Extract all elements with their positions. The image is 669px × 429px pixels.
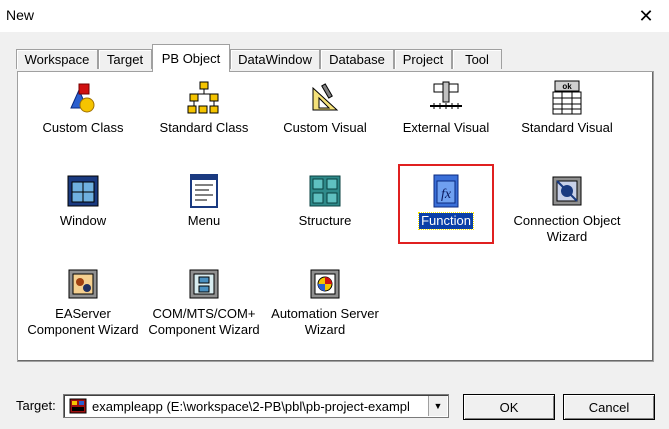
item-standard-class[interactable]: Standard Class [141, 80, 267, 136]
tab-strip: Workspace Target PB Object DataWindow Da… [16, 44, 506, 72]
window-icon [67, 175, 99, 207]
window-title: New [6, 7, 35, 23]
target-label: Target: [16, 398, 56, 413]
menu-icon [190, 174, 218, 208]
dropdown-button[interactable]: ▼ [428, 396, 447, 416]
custom-class-icon [70, 83, 95, 113]
tab-datawindow[interactable]: DataWindow [230, 49, 320, 69]
item-standard-visual[interactable]: ok Standard Visual [504, 80, 630, 136]
ok-button[interactable]: OK [463, 394, 555, 420]
tab-pb-object[interactable]: PB Object [152, 44, 230, 72]
target-app-icon [69, 398, 87, 414]
title-bar: New ✕ [0, 0, 669, 32]
tab-target[interactable]: Target [98, 49, 152, 69]
tab-project[interactable]: Project [394, 49, 452, 69]
item-menu[interactable]: Menu [141, 173, 267, 229]
item-window[interactable]: Window [20, 173, 146, 229]
chevron-down-icon: ▼ [433, 401, 443, 411]
item-function[interactable]: fx Function [383, 173, 509, 230]
svg-text:fx: fx [441, 187, 452, 202]
tab-database[interactable]: Database [320, 49, 394, 69]
item-custom-class[interactable]: Custom Class [20, 80, 146, 136]
target-value: exampleapp (E:\workspace\2-PB\pbl\pb-pro… [92, 398, 410, 414]
connection-object-wizard-icon [552, 176, 582, 206]
ok-badge-text: ok [562, 82, 572, 91]
function-icon: fx [433, 174, 459, 208]
close-button[interactable]: ✕ [623, 0, 669, 32]
object-panel: Custom Class Standard Class Custom Visua… [17, 71, 654, 362]
tab-workspace[interactable]: Workspace [16, 49, 98, 69]
item-com-component-wizard[interactable]: COM/MTS/COM+ Component Wizard [141, 266, 267, 338]
com-wizard-icon [189, 269, 219, 299]
structure-icon [309, 175, 341, 207]
close-icon: ✕ [638, 5, 654, 26]
item-connection-object-wizard[interactable]: Connection Object Wizard [504, 173, 630, 245]
standard-class-icon [187, 81, 219, 114]
standard-visual-icon: ok [552, 80, 582, 115]
item-external-visual[interactable]: External Visual [383, 80, 509, 136]
item-custom-visual[interactable]: Custom Visual [262, 80, 388, 136]
external-visual-icon [430, 81, 462, 109]
target-combobox[interactable]: exampleapp (E:\workspace\2-PB\pbl\pb-pro… [63, 394, 449, 418]
tab-tool[interactable]: Tool [452, 49, 502, 69]
custom-visual-icon [312, 83, 339, 111]
easerver-wizard-icon [68, 269, 98, 299]
item-structure[interactable]: Structure [262, 173, 388, 229]
item-automation-server-wizard[interactable]: Automation Server Wizard [262, 266, 388, 338]
item-easerver-component-wizard[interactable]: EAServer Component Wizard [20, 266, 146, 338]
bottom-bar: Target: exampleapp (E:\workspace\2-PB\pb… [0, 380, 669, 429]
cancel-button[interactable]: Cancel [563, 394, 655, 420]
automation-server-wizard-icon [310, 269, 340, 299]
